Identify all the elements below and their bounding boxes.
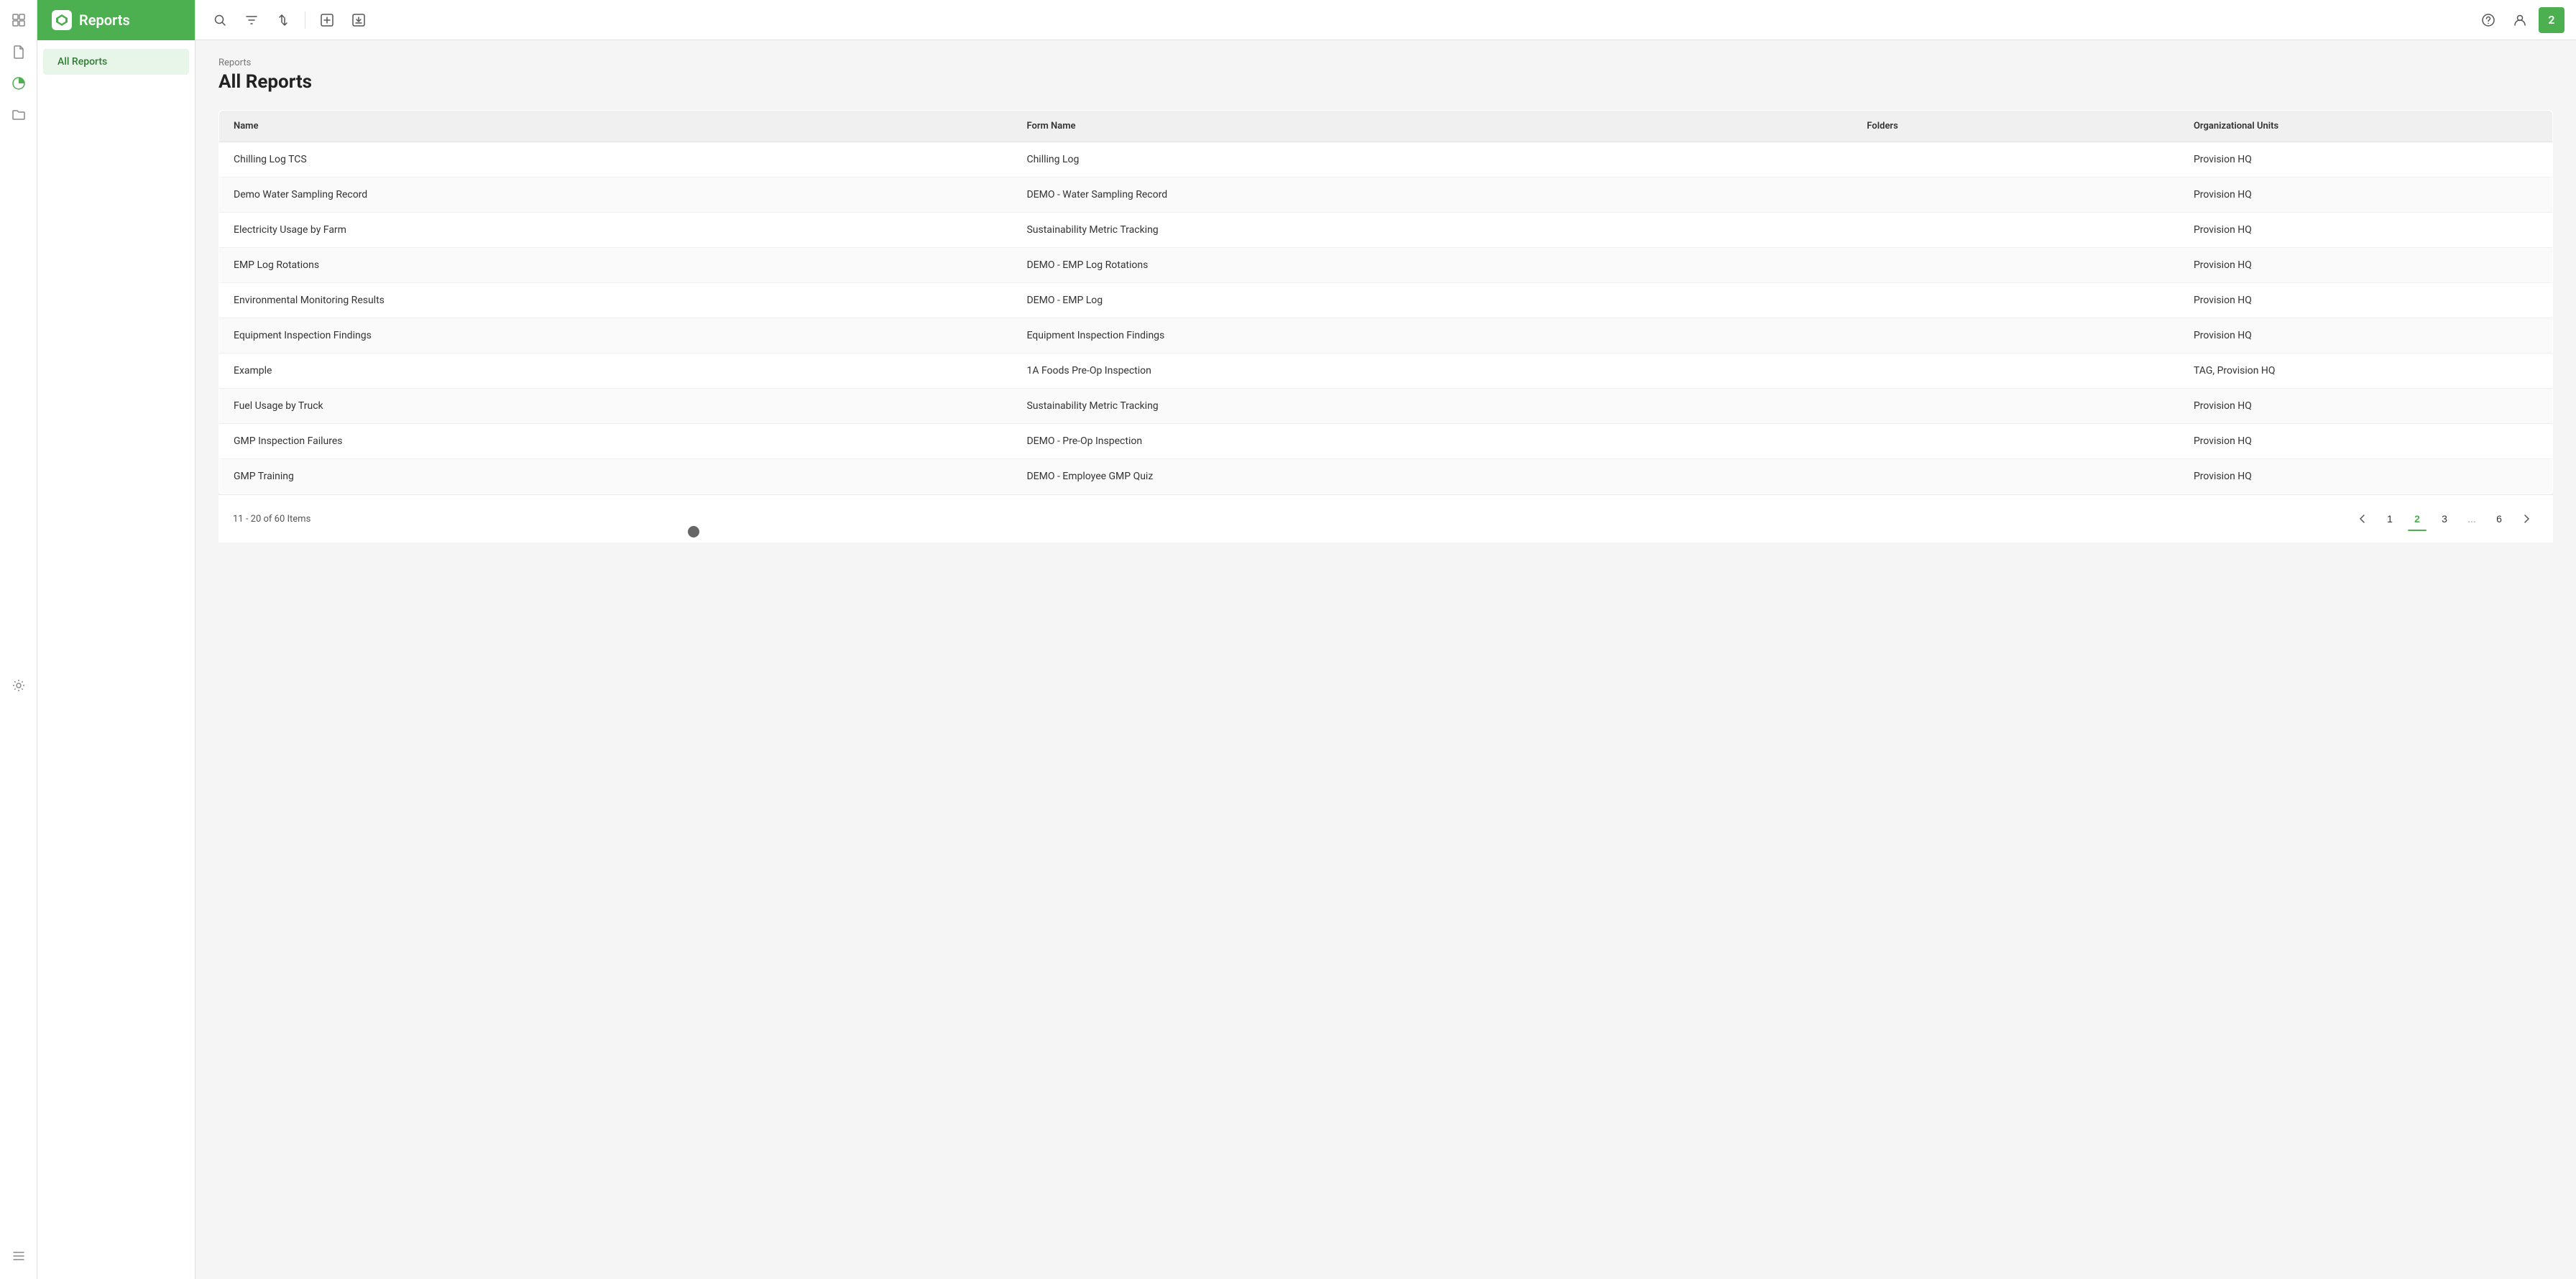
pagination-controls: 1 2 3 ... 6 [2350,507,2539,531]
cell-folders [1852,354,2179,389]
cell-org-units: Provision HQ [2179,318,2553,354]
pagination-info: 11 - 20 of 60 Items [233,514,310,525]
page-btn-3[interactable]: 3 [2432,507,2457,531]
next-page-button[interactable] [2514,507,2539,531]
table-header-row: Name Form Name Folders Organizational Un… [219,111,2553,142]
col-header-org: Organizational Units [2179,111,2553,142]
cell-folders [1852,318,2179,354]
table-row[interactable]: Electricity Usage by Farm Sustainability… [219,213,2553,248]
table-row[interactable]: EMP Log Rotations DEMO - EMP Log Rotatio… [219,248,2553,283]
cell-name: Equipment Inspection Findings [219,318,1013,354]
sidebar-icons [0,0,37,1279]
col-header-form: Form Name [1012,111,1852,142]
help-button[interactable] [2475,7,2501,33]
table-row[interactable]: Environmental Monitoring Results DEMO - … [219,283,2553,318]
cell-org-units: Provision HQ [2179,248,2553,283]
page-btn-6[interactable]: 6 [2487,507,2511,531]
cell-form-name: Chilling Log [1012,142,1852,177]
cell-name: Example [219,354,1013,389]
sidebar-icon-menu[interactable] [4,1242,33,1270]
cell-org-units: Provision HQ [2179,213,2553,248]
cell-folders [1852,248,2179,283]
table-row[interactable]: Demo Water Sampling Record DEMO - Water … [219,177,2553,213]
table-row[interactable]: Fuel Usage by Truck Sustainability Metri… [219,389,2553,424]
sort-button[interactable] [270,7,296,33]
cell-org-units: TAG, Provision HQ [2179,354,2553,389]
cell-folders [1852,213,2179,248]
page-title: All Reports [218,71,2553,93]
pagination-bar: 11 - 20 of 60 Items 1 2 3 ... 6 [218,494,2553,542]
cell-folders [1852,142,2179,177]
cell-form-name: DEMO - Employee GMP Quiz [1012,459,1852,494]
cell-org-units: Provision HQ [2179,389,2553,424]
search-button[interactable] [207,7,233,33]
table-row[interactable]: GMP Inspection Failures DEMO - Pre-Op In… [219,424,2553,459]
page-btn-1[interactable]: 1 [2378,507,2402,531]
cell-form-name: DEMO - Pre-Op Inspection [1012,424,1852,459]
sidebar-icon-reports[interactable] [4,69,33,98]
table-row[interactable]: Equipment Inspection Findings Equipment … [219,318,2553,354]
cell-name: EMP Log Rotations [219,248,1013,283]
add-button[interactable] [314,7,340,33]
filter-button[interactable] [239,7,264,33]
cell-folders [1852,283,2179,318]
cell-name: Electricity Usage by Farm [219,213,1013,248]
cell-form-name: DEMO - Water Sampling Record [1012,177,1852,213]
cell-folders [1852,424,2179,459]
cell-org-units: Provision HQ [2179,424,2553,459]
sidebar-icon-document[interactable] [4,37,33,66]
table-row[interactable]: Chilling Log TCS Chilling Log Provision … [219,142,2553,177]
toolbar-right: 2 [2475,7,2564,33]
cell-name: Environmental Monitoring Results [219,283,1013,318]
cell-form-name: DEMO - EMP Log Rotations [1012,248,1852,283]
cell-name: GMP Training [219,459,1013,494]
cell-folders [1852,177,2179,213]
col-header-name: Name [219,111,1013,142]
cell-form-name: DEMO - EMP Log [1012,283,1852,318]
page-btn-2[interactable]: 2 [2405,507,2429,531]
cell-name: Chilling Log TCS [219,142,1013,177]
col-header-folders: Folders [1852,111,2179,142]
app-panel: Reports All Reports [37,0,196,1279]
table-row[interactable]: Example 1A Foods Pre-Op Inspection TAG, … [219,354,2553,389]
page-ellipsis: ... [2460,507,2484,531]
cell-name: GMP Inspection Failures [219,424,1013,459]
nav-section: All Reports [37,40,195,83]
table-row[interactable]: GMP Training DEMO - Employee GMP Quiz Pr… [219,459,2553,494]
sidebar-icon-settings[interactable] [4,671,33,700]
nav-item-all-reports[interactable]: All Reports [43,49,189,75]
cell-org-units: Provision HQ [2179,283,2553,318]
toolbar: 2 [196,0,2576,40]
app-title: Reports [79,11,130,29]
cell-form-name: Sustainability Metric Tracking [1012,213,1852,248]
notification-badge[interactable]: 2 [2539,7,2564,33]
export-button[interactable] [346,7,372,33]
reports-table: Name Form Name Folders Organizational Un… [218,110,2553,494]
user-button[interactable] [2507,7,2533,33]
sidebar-icon-dashboard[interactable] [4,6,33,34]
cell-org-units: Provision HQ [2179,142,2553,177]
cell-folders [1852,389,2179,424]
cell-folders [1852,459,2179,494]
cell-org-units: Provision HQ [2179,459,2553,494]
breadcrumb: Reports [218,57,2553,68]
cell-form-name: 1A Foods Pre-Op Inspection [1012,354,1852,389]
app-header: Reports [37,0,195,40]
prev-page-button[interactable] [2350,507,2375,531]
cell-org-units: Provision HQ [2179,177,2553,213]
cell-form-name: Sustainability Metric Tracking [1012,389,1852,424]
sidebar-icon-folder[interactable] [4,101,33,129]
app-logo [52,10,72,30]
cell-name: Fuel Usage by Truck [219,389,1013,424]
content-area: Reports All Reports Name Form Name Folde… [196,40,2576,1279]
main-content: 2 Reports All Reports Name Form Name Fol… [196,0,2576,1279]
cell-form-name: Equipment Inspection Findings [1012,318,1852,354]
cell-name: Demo Water Sampling Record [219,177,1013,213]
